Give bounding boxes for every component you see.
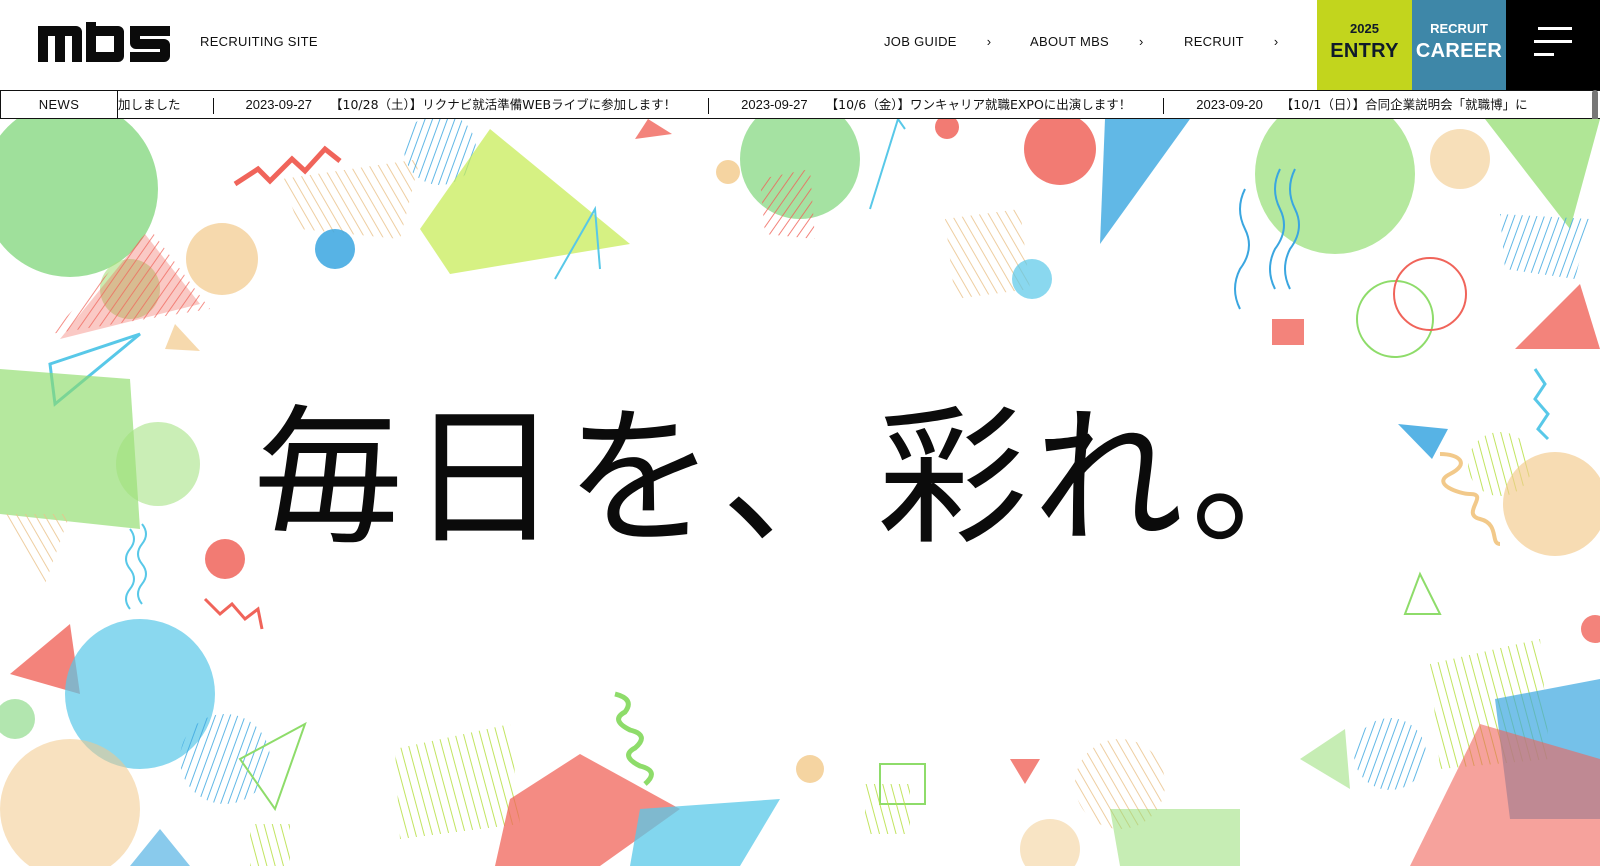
entry-label: ENTRY xyxy=(1330,40,1399,62)
chevron-right-icon: › xyxy=(1139,34,1144,49)
news-date: 2023-09-20 xyxy=(1196,97,1263,112)
news-item[interactable]: 加しました xyxy=(118,91,181,118)
news-ticker: NEWS 加しました 2023-09-27 【10/28（土）】リクナビ就活準備W… xyxy=(0,90,1600,119)
entry-year: 2025 xyxy=(1350,21,1379,36)
news-label: NEWS xyxy=(0,91,118,118)
hero-section: 毎日を、彩れ。 xyxy=(0,119,1600,866)
entry-2025-button[interactable]: 2025 ENTRY xyxy=(1317,0,1412,90)
career-small-label: RECRUIT xyxy=(1430,21,1488,36)
news-date: 2023-09-27 xyxy=(741,97,808,112)
mbs-logo[interactable] xyxy=(38,22,172,64)
news-title: 加しました xyxy=(118,97,181,112)
chevron-right-icon: › xyxy=(1273,34,1279,49)
news-title: 【10/1（日）】合同企業説明会「就職博」に xyxy=(1280,97,1528,112)
nav-about-mbs-label: ABOUT MBS xyxy=(1030,34,1110,49)
site-label: RECRUITING SITE xyxy=(200,34,318,49)
news-item[interactable]: 2023-09-20 【10/1（日）】合同企業説明会「就職博」に xyxy=(1196,91,1527,118)
nav-job-guide-label: JOB GUIDE xyxy=(884,34,957,49)
recruit-career-button[interactable]: RECRUIT CAREER xyxy=(1412,0,1506,90)
news-separator xyxy=(212,97,214,114)
chevron-right-icon: › xyxy=(986,34,992,49)
nav-job-guide[interactable]: JOB GUIDE › xyxy=(884,34,991,49)
nav-recruit-label: RECRUIT xyxy=(1184,34,1244,49)
news-title: 【10/28（土）】リクナビ就活準備WEBライブに参加します！ xyxy=(330,97,677,112)
news-track: 加しました 2023-09-27 【10/28（土）】リクナビ就活準備WEBライブ… xyxy=(118,91,1528,118)
career-label: CAREER xyxy=(1415,40,1503,62)
nav-recruit[interactable]: RECRUIT › xyxy=(1184,34,1279,49)
hamburger-menu-icon xyxy=(1534,27,1572,56)
hero-catchphrase: 毎日を、彩れ。 xyxy=(253,392,1347,566)
menu-button[interactable] xyxy=(1506,0,1600,90)
news-item[interactable]: 2023-09-27 【10/6（金）】ワンキャリア就職EXPOに出演します！ xyxy=(741,91,1131,118)
news-date: 2023-09-27 xyxy=(245,97,313,112)
nav-about-mbs[interactable]: ABOUT MBS › xyxy=(1030,34,1144,49)
news-separator xyxy=(1163,97,1165,114)
site-header: RECRUITING SITE JOB GUIDE › ABOUT MBS › … xyxy=(0,0,1600,90)
news-item[interactable]: 2023-09-27 【10/28（土）】リクナビ就活準備WEBライブに参加します… xyxy=(246,91,677,118)
news-title: 【10/6（金）】ワンキャリア就職EXPOに出演します！ xyxy=(825,97,1132,112)
news-separator xyxy=(708,97,710,114)
